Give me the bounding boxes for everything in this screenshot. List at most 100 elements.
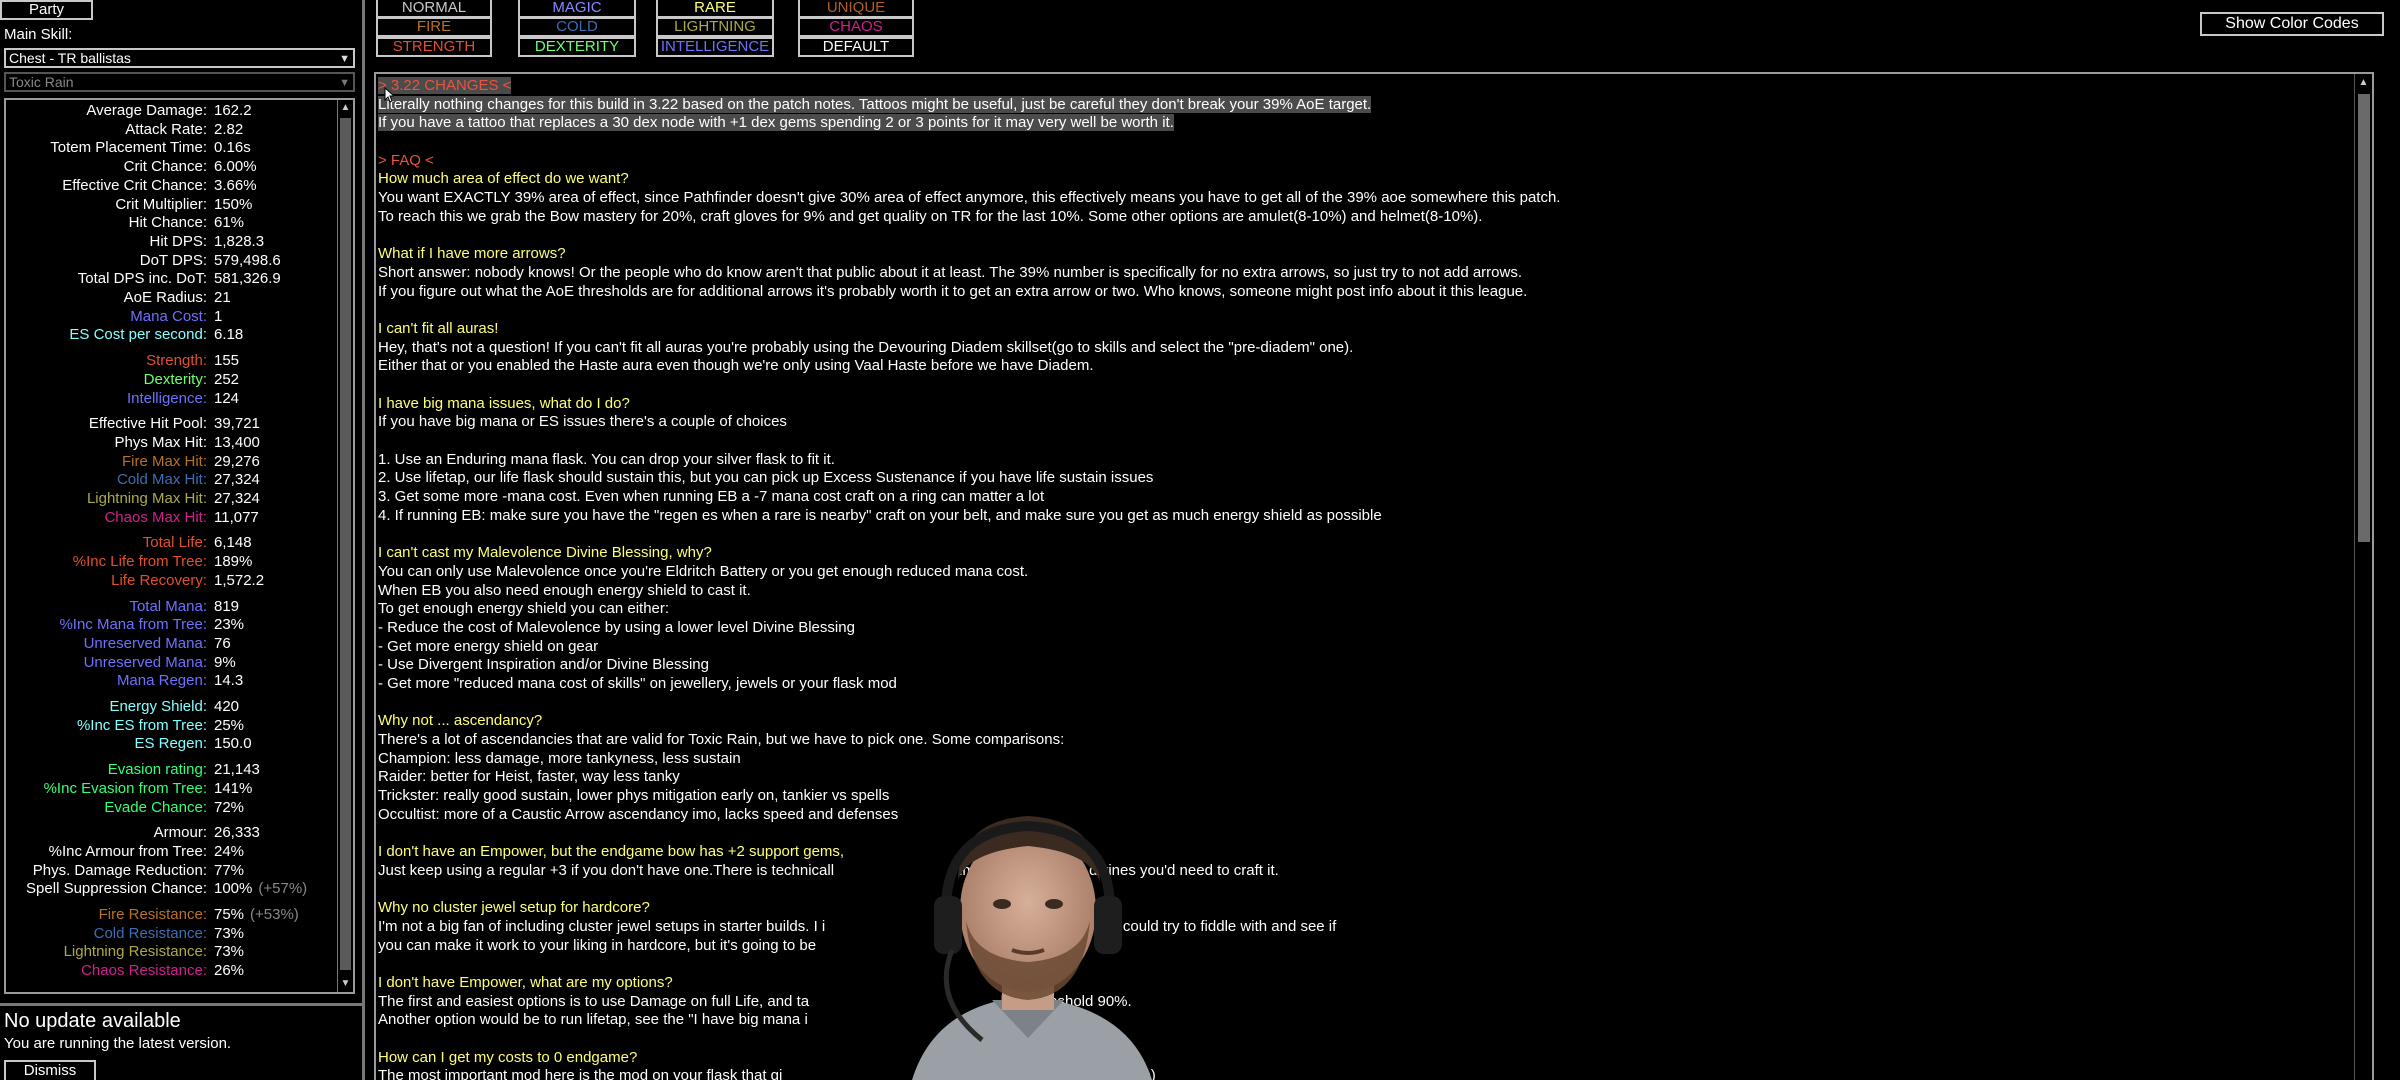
stat-value-text: 2.82: [214, 120, 244, 138]
stat-value-text: 100%: [214, 880, 253, 898]
stat-row: Fire Max Hit: 29,276: [6, 453, 336, 471]
stat-value: 1,572.2: [214, 572, 264, 590]
notes-line: [378, 955, 2338, 974]
stat-value-text: 73%: [214, 943, 245, 961]
stat-row: Chaos Max Hit: 11,077: [6, 509, 336, 527]
stat-label: Crit Chance:: [123, 158, 207, 176]
stat-value-text: 27,324: [214, 471, 260, 489]
color-code-button-fire[interactable]: FIRE: [376, 17, 492, 37]
notes-editor[interactable]: > 3.22 CHANGES < Literally nothing change…: [374, 72, 2374, 1080]
notes-line-text: 4. If running EB: make sure you have the…: [378, 506, 1382, 524]
stat-value-text: 150%: [214, 195, 253, 213]
stat-value-text: 14.3: [214, 672, 244, 690]
notes-section-marker: > 3.22 CHANGES <: [378, 77, 2338, 96]
stat-label: Lightning Max Hit:: [86, 490, 207, 507]
party-tab-button[interactable]: Party: [0, 0, 93, 20]
stat-label: Hit Chance:: [128, 214, 207, 232]
notes-line-text: > 3.22 CHANGES <: [378, 77, 512, 94]
stat-label: DoT DPS:: [139, 251, 207, 269]
stat-row: Effective Crit Chance: 3.66%: [6, 177, 336, 195]
notes-line-text: Literally nothing changes for this build…: [378, 95, 1372, 113]
notes-text[interactable]: > 3.22 CHANGES < Literally nothing change…: [378, 77, 2338, 1080]
skill-gem-dropdown[interactable]: Toxic Rain ▼: [4, 72, 355, 92]
scroll-up-icon[interactable]: ▲: [338, 100, 353, 116]
notes-line-text: I don't have Empower, what are my option…: [378, 974, 673, 991]
notes-heading: How much area of effect do we want?: [378, 170, 2338, 189]
notes-line: Either that or you enabled the Haste aur…: [378, 357, 2338, 376]
stat-value: 1,828.3: [214, 233, 264, 251]
color-code-button-dexterity[interactable]: DEXTERITY: [518, 37, 636, 57]
stat-value-text: 72%: [214, 798, 245, 816]
notes-line-text: - Use Divergent Inspiration and/or Divin…: [378, 656, 709, 674]
stat-row: Crit Chance: 6.00%: [6, 158, 336, 176]
stat-label: Mana Regen:: [116, 672, 207, 690]
stat-value-text: 581,326.9: [214, 270, 281, 288]
stat-value: 420: [214, 698, 239, 716]
notes-scrollbar-thumb[interactable]: [2358, 94, 2370, 542]
stat-value-text: 61%: [214, 214, 245, 232]
stats-scrollbar[interactable]: ▲ ▼: [337, 100, 353, 992]
stat-value: 21: [214, 289, 231, 307]
notes-line: Hey, that's not a question! If you can't…: [378, 339, 2338, 358]
main-skill-dropdown[interactable]: Chest - TR ballistas ▼: [4, 48, 355, 68]
color-code-button-default[interactable]: DEFAULT: [798, 37, 914, 57]
stat-row: ES Regen: 150.0: [6, 735, 336, 753]
color-code-button-chaos[interactable]: CHAOS: [798, 17, 914, 37]
stat-label: Mana Cost:: [130, 307, 207, 325]
notes-line: Occultist: more of a Caustic Arrow ascen…: [378, 806, 2338, 825]
notes-line-text: Why not ... ascendancy?: [378, 712, 543, 730]
notes-line: Raider: better for Heist, faster, way le…: [378, 768, 2338, 787]
stat-value: 6.00%: [214, 158, 257, 176]
stat-label: Hit DPS:: [149, 232, 207, 250]
color-code-button-magic[interactable]: MAGIC: [518, 0, 636, 18]
stat-row: Armour: 26,333: [6, 824, 336, 842]
stat-value: 124: [214, 390, 239, 408]
stat-value: 162.2: [214, 102, 252, 120]
panel-divider[interactable]: [362, 0, 365, 1080]
color-code-button-strength[interactable]: STRENGTH: [376, 37, 492, 57]
stat-value: 150.0: [214, 735, 252, 753]
notes-line: Trickster: really good sustain, lower ph…: [378, 787, 2338, 806]
stat-label: Spell Suppression Chance:: [26, 880, 207, 898]
color-code-button-cold[interactable]: COLD: [518, 17, 636, 37]
notes-line: If you have a tattoo that replaces a 30 …: [378, 114, 2338, 133]
notes-line: If you figure out what the AoE threshold…: [378, 283, 2338, 302]
stat-label: Evade Chance:: [104, 798, 207, 816]
stat-label: %Inc Armour from Tree:: [48, 842, 207, 860]
notes-line: Champion: less damage, more tankyness, l…: [378, 750, 2338, 769]
stat-value-text: 26,333: [214, 824, 260, 842]
notes-line-text: You can only use Malevolence once you're…: [378, 562, 1029, 580]
notes-line: To get enough energy shield you can eith…: [378, 600, 2338, 619]
stat-label: Chaos Max Hit:: [104, 508, 207, 526]
notes-line: Another option would be to run lifetap, …: [378, 1011, 2338, 1030]
color-code-button-lightning[interactable]: LIGHTNING: [656, 17, 774, 37]
color-code-button-rare[interactable]: RARE: [656, 0, 774, 18]
stats-scrollbar-thumb[interactable]: [340, 118, 351, 970]
show-color-codes-button[interactable]: Show Color Codes: [2200, 12, 2384, 36]
dismiss-button[interactable]: Dismiss: [4, 1060, 96, 1080]
scroll-up-icon[interactable]: ▲: [2355, 74, 2372, 92]
color-code-button-normal[interactable]: NORMAL: [376, 0, 492, 18]
scroll-down-icon[interactable]: ▼: [338, 976, 353, 992]
stat-value: 6.18: [214, 326, 243, 344]
notes-heading: I can't cast my Malevolence Divine Bless…: [378, 544, 2338, 563]
stat-row: Phys. Damage Reduction: 77%: [6, 862, 336, 880]
color-code-button-unique[interactable]: UNIQUE: [798, 0, 914, 18]
stat-row: Unreserved Mana: 76: [6, 635, 336, 653]
stat-value-text: 3.66%: [214, 176, 257, 194]
color-code-button-intelligence[interactable]: INTELLIGENCE: [656, 37, 774, 57]
notes-line-text: 1. Use an Enduring mana flask. You can d…: [378, 450, 835, 468]
stat-label: Energy Shield:: [109, 698, 207, 715]
stat-row: %Inc Armour from Tree: 24%: [6, 843, 336, 861]
stat-value-text: 27,324: [214, 490, 260, 507]
notes-line: [378, 825, 2338, 844]
notes-heading: Why not ... ascendancy?: [378, 712, 2338, 731]
stat-row: Crit Multiplier: 150%: [6, 196, 336, 214]
stat-value: 150%: [214, 196, 252, 214]
stat-row: Hit DPS: 1,828.3: [6, 233, 336, 251]
notes-scrollbar[interactable]: ▲: [2354, 74, 2372, 1080]
notes-line-text: Raider: better for Heist, faster, way le…: [378, 768, 680, 786]
notes-line-text: > FAQ <: [378, 151, 434, 169]
notes-line-text: 2. Use lifetap, our life flask should su…: [378, 469, 1154, 487]
stat-row: Hit Chance: 61%: [6, 214, 336, 232]
